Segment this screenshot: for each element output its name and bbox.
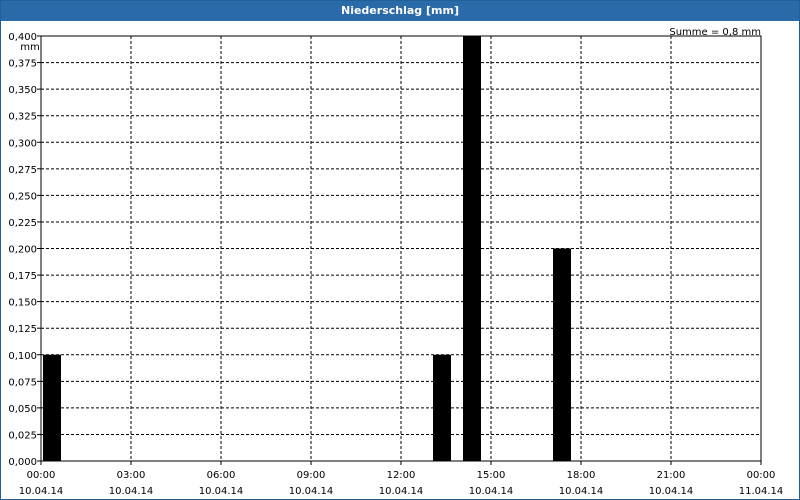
sum-label: Summe = 0,8 mm: [669, 27, 761, 38]
tick-labels: 0,000 0,025 0,050 0,075 0,100 0,125 0,150 0,175…: [8, 32, 783, 497]
y-tick-label: 0,125: [8, 324, 37, 335]
x-tick-date: 10.04.14: [379, 486, 424, 497]
x-tick-date: 10.04.14: [109, 486, 154, 497]
x-tick-time: 18:00: [567, 470, 596, 481]
x-tick-time: 09:00: [297, 470, 326, 481]
x-tick-date: 10.04.14: [199, 486, 244, 497]
precipitation-chart: 0,000 0,025 0,050 0,075 0,100 0,125 0,150 0,175…: [8, 27, 783, 497]
x-tick-date: 10.04.14: [649, 486, 694, 497]
x-tick-time: 15:00: [477, 470, 506, 481]
grid: [37, 35, 762, 465]
x-tick-time: 00:00: [27, 470, 56, 481]
precipitation-bar: [43, 354, 61, 461]
y-tick-label: 0,350: [8, 85, 37, 96]
y-tick-label: 0,325: [8, 112, 37, 123]
x-tick-date: 11.04.14: [739, 486, 784, 497]
y-tick-label: 0,175: [8, 271, 37, 282]
x-tick-date: 10.04.14: [469, 486, 514, 497]
y-tick-label: 0,300: [8, 138, 37, 149]
x-tick-date: 10.04.14: [289, 486, 334, 497]
y-tick-label: 0,075: [8, 377, 37, 388]
y-tick-label: 0,100: [8, 351, 37, 362]
y-tick-label: 0,150: [8, 298, 37, 309]
x-tick-time: 12:00: [387, 470, 416, 481]
y-tick-label: 0,375: [8, 59, 37, 70]
x-tick-time: 06:00: [207, 470, 236, 481]
x-tick-time: 21:00: [657, 470, 686, 481]
x-tick-date: 10.04.14: [19, 486, 64, 497]
x-tick-time: 00:00: [747, 470, 776, 481]
precipitation-bar: [433, 354, 451, 461]
precipitation-bar: [553, 248, 571, 461]
y-tick-label: 0,050: [8, 404, 37, 415]
y-tick-label: 0,025: [8, 430, 37, 441]
y-tick-label: 0,275: [8, 165, 37, 176]
y-tick-label: 0,000: [8, 457, 37, 468]
y-tick-label: 0,225: [8, 218, 37, 229]
y-axis-unit: mm: [20, 42, 39, 53]
x-tick-date: 10.04.14: [559, 486, 604, 497]
x-tick-time: 03:00: [117, 470, 146, 481]
precipitation-bar: [463, 36, 481, 461]
y-tick-label: 0,250: [8, 191, 37, 202]
y-tick-label: 0,200: [8, 245, 37, 256]
